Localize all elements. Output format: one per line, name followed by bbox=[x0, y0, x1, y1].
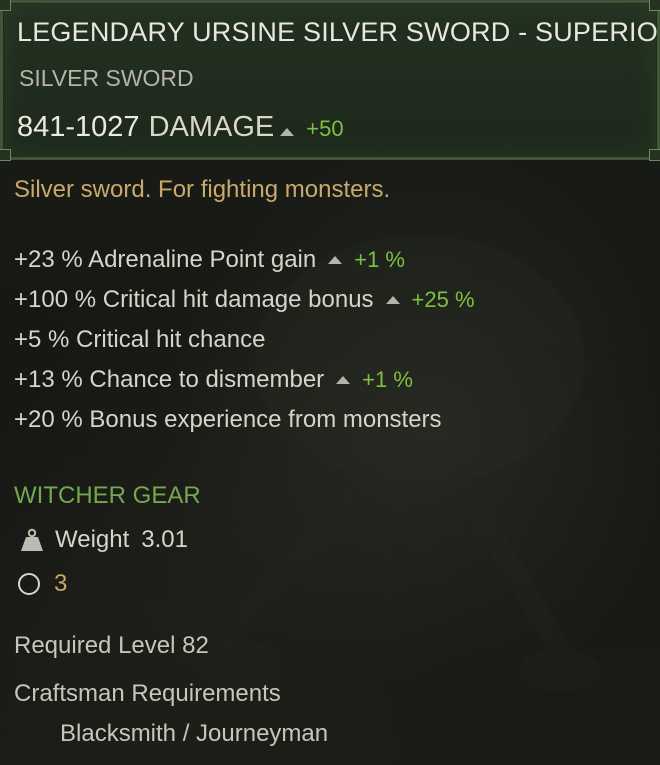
up-arrow-icon bbox=[336, 376, 351, 384]
stat-row: +100 % Critical hit damage bonus +25 % bbox=[14, 280, 475, 320]
item-tooltip: LEGENDARY URSINE SILVER SWORD - SUPERIOR… bbox=[0, 0, 660, 765]
stat-text: +23 % Adrenaline Point gain bbox=[14, 246, 317, 273]
stat-list: +23 % Adrenaline Point gain +1 % +100 % … bbox=[14, 240, 475, 440]
stat-row: +5 % Critical hit chance bbox=[14, 320, 475, 360]
header-corner bbox=[0, 149, 11, 161]
weight-row: Weight 3.01 bbox=[18, 526, 188, 554]
stat-row: +23 % Adrenaline Point gain +1 % bbox=[14, 240, 475, 280]
tooltip-header: LEGENDARY URSINE SILVER SWORD - SUPERIOR… bbox=[0, 0, 660, 161]
damage-value: 841-1027 bbox=[17, 111, 140, 143]
up-arrow-icon bbox=[328, 256, 343, 264]
stat-row: +20 % Bonus experience from monsters bbox=[14, 400, 475, 440]
damage-row: 841-1027 DAMAGE +50 bbox=[17, 111, 344, 144]
stat-bonus: +1 % bbox=[354, 247, 405, 272]
stat-bonus: +1 % bbox=[362, 367, 413, 392]
slot-count: 3 bbox=[54, 570, 68, 597]
header-corner bbox=[0, 0, 11, 11]
header-corner bbox=[649, 0, 660, 11]
stat-text: +5 % Critical hit chance bbox=[14, 326, 266, 353]
item-name: LEGENDARY URSINE SILVER SWORD - SUPERIOR bbox=[17, 17, 660, 47]
slots-row: 3 bbox=[18, 570, 67, 598]
stat-text: +100 % Critical hit damage bonus bbox=[14, 286, 374, 313]
weight-icon bbox=[21, 528, 43, 551]
required-level: Required Level 82 bbox=[14, 632, 209, 659]
up-arrow-icon bbox=[385, 296, 400, 304]
socket-slot-icon bbox=[18, 573, 40, 595]
stat-text: +20 % Bonus experience from monsters bbox=[14, 406, 442, 433]
weight-value: 3.01 bbox=[141, 526, 188, 553]
craftsman-requirements-value: Blacksmith / Journeyman bbox=[60, 720, 329, 747]
header-corner bbox=[649, 149, 660, 161]
damage-bonus: +50 bbox=[306, 116, 344, 141]
up-arrow-icon bbox=[280, 128, 295, 136]
craftsman-requirements-title: Craftsman Requirements bbox=[14, 680, 281, 707]
stat-row: +13 % Chance to dismember +1 % bbox=[14, 360, 475, 400]
item-type: SILVER SWORD bbox=[19, 65, 194, 91]
damage-label: DAMAGE bbox=[148, 111, 275, 143]
stat-bonus: +25 % bbox=[411, 287, 475, 312]
gear-category: WITCHER GEAR bbox=[14, 482, 201, 509]
item-description: Silver sword. For fighting monsters. bbox=[14, 176, 391, 203]
weight-label: Weight bbox=[55, 526, 130, 553]
stat-text: +13 % Chance to dismember bbox=[14, 366, 325, 393]
